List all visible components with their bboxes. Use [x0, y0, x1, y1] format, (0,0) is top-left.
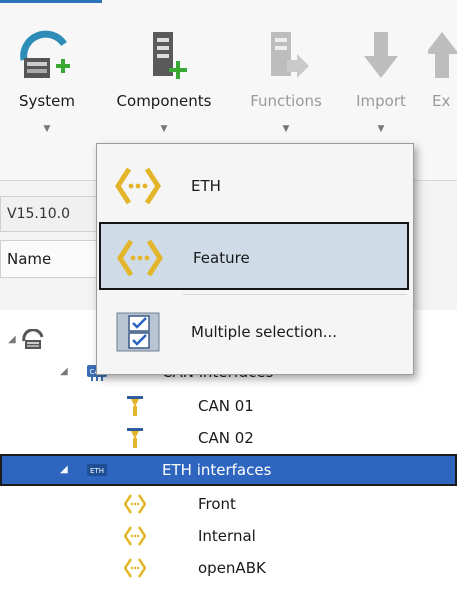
menu-item-multiple-selection[interactable]: Multiple selection...	[99, 298, 409, 366]
functions-button-label: Functions	[250, 92, 322, 110]
chevron-down-icon: ▼	[282, 124, 290, 134]
system-button-label: System	[19, 92, 75, 110]
tree-row-openabk[interactable]: openABK	[0, 552, 457, 584]
functions-icon	[271, 32, 309, 78]
menu-item-eth[interactable]: ETH	[99, 152, 409, 220]
functions-button[interactable]: Functions ▼	[240, 0, 332, 150]
tree-row-label: CAN 01	[198, 397, 254, 415]
tree-row-label: Front	[198, 495, 236, 513]
version-label: V15.10.0	[0, 196, 104, 232]
tree-row-can-01[interactable]: CAN 01	[0, 390, 457, 422]
eth-diamond-icon	[124, 526, 146, 546]
chevron-down-icon: ▼	[43, 124, 51, 134]
collapse-arrow-icon[interactable]: ◢	[60, 454, 68, 486]
eth-diamond-icon	[115, 167, 161, 205]
chevron-down-icon: ▼	[160, 124, 168, 134]
import-arrow-icon	[364, 32, 398, 78]
tree-row-label: Internal	[198, 527, 256, 545]
menu-item-label: Multiple selection...	[191, 323, 338, 341]
can-connector-icon	[127, 428, 143, 448]
import-button-label: Import	[356, 92, 406, 110]
name-column-header[interactable]: Name	[0, 240, 104, 278]
tree-row-eth-interfaces[interactable]: ◢ ETH ETH interfaces	[0, 454, 457, 486]
export-button-label: Ex	[432, 92, 451, 110]
tree-row-label: openABK	[198, 559, 266, 577]
svg-text:ETH: ETH	[90, 467, 104, 475]
eth-diamond-icon	[124, 494, 146, 514]
components-add-icon	[153, 32, 187, 79]
export-icon	[428, 32, 457, 78]
eth-icon: ETH	[87, 464, 107, 476]
export-button[interactable]: Ex	[428, 0, 457, 150]
components-button[interactable]: Components ▼	[104, 0, 224, 150]
collapse-arrow-icon[interactable]: ◢	[60, 356, 68, 388]
tree-row-label: CAN 02	[198, 429, 254, 447]
tree-row-front[interactable]: Front	[0, 488, 457, 520]
tree-row-can-02[interactable]: CAN 02	[0, 422, 457, 454]
feature-diamond-icon	[117, 239, 163, 277]
device-icon	[22, 329, 44, 349]
eth-diamond-icon	[124, 558, 146, 578]
tree-row-label: ETH interfaces	[162, 461, 272, 479]
components-button-label: Components	[116, 92, 212, 110]
import-button[interactable]: Import ▼	[344, 0, 418, 150]
menu-item-feature[interactable]: Feature	[99, 222, 409, 290]
tree-row-internal[interactable]: Internal	[0, 520, 457, 552]
chevron-down-icon: ▼	[377, 124, 385, 134]
menu-item-label: Feature	[193, 249, 250, 267]
system-add-icon	[20, 30, 70, 78]
multiple-selection-icon	[116, 312, 160, 352]
menu-separator	[183, 294, 407, 295]
components-dropdown-menu: ETH Feature Multiple selection...	[96, 143, 414, 375]
menu-item-label: ETH	[191, 177, 221, 195]
can-connector-icon	[127, 396, 143, 416]
collapse-arrow-icon[interactable]: ◢	[8, 324, 16, 356]
system-button[interactable]: System ▼	[10, 0, 84, 150]
